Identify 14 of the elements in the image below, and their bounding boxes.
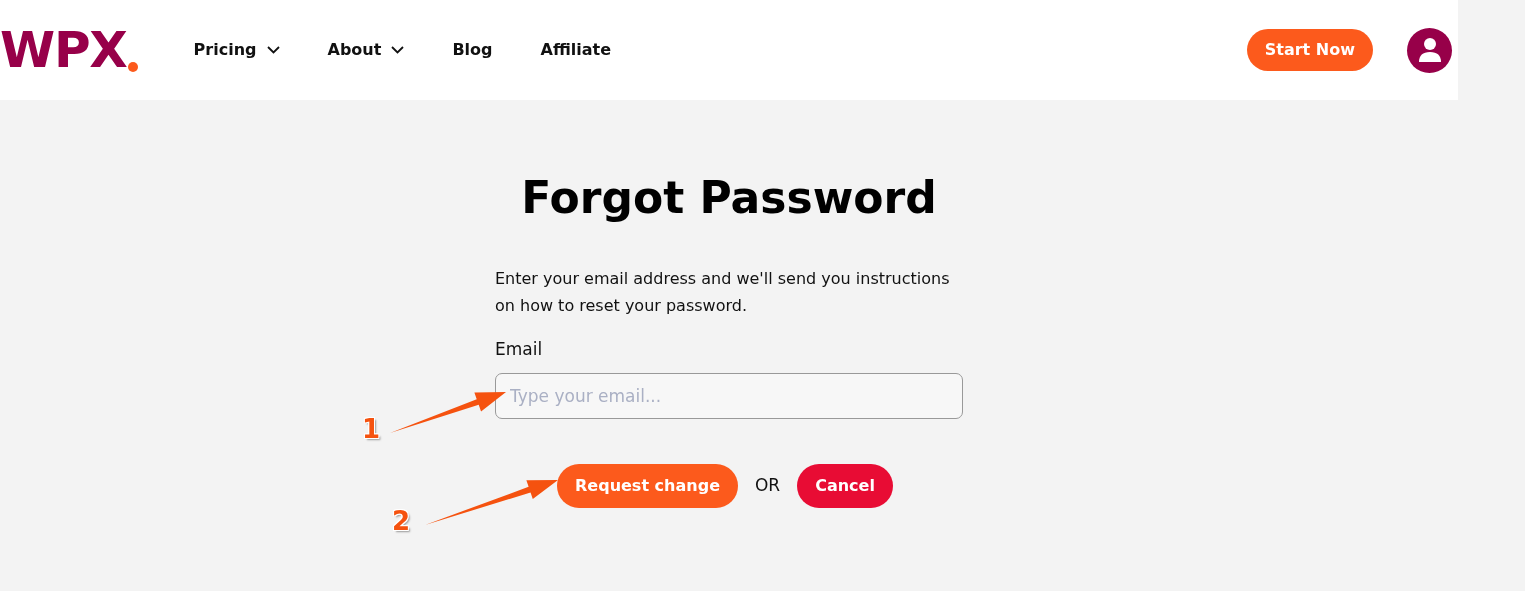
step-number: 1 [362,416,381,442]
logo[interactable]: WPX [0,25,127,75]
or-separator: OR [755,473,781,497]
email-label: Email [495,338,544,361]
nav-link[interactable]: Affiliate [540,38,612,62]
cancel-button[interactable]: Cancel [797,463,893,508]
page-title: Forgot Password [521,171,937,225]
intro-text: Enter your email address and we'll send you instructions on how to reset your password. [495,268,951,317]
user-avatar-icon[interactable] [1407,27,1452,73]
step-number: 2 [392,508,411,534]
nav-link[interactable]: Pricing [193,38,280,62]
email-field[interactable]: Type your email... [495,372,963,419]
nav-link[interactable]: About [327,38,405,62]
nav-link[interactable]: Blog [452,38,493,62]
